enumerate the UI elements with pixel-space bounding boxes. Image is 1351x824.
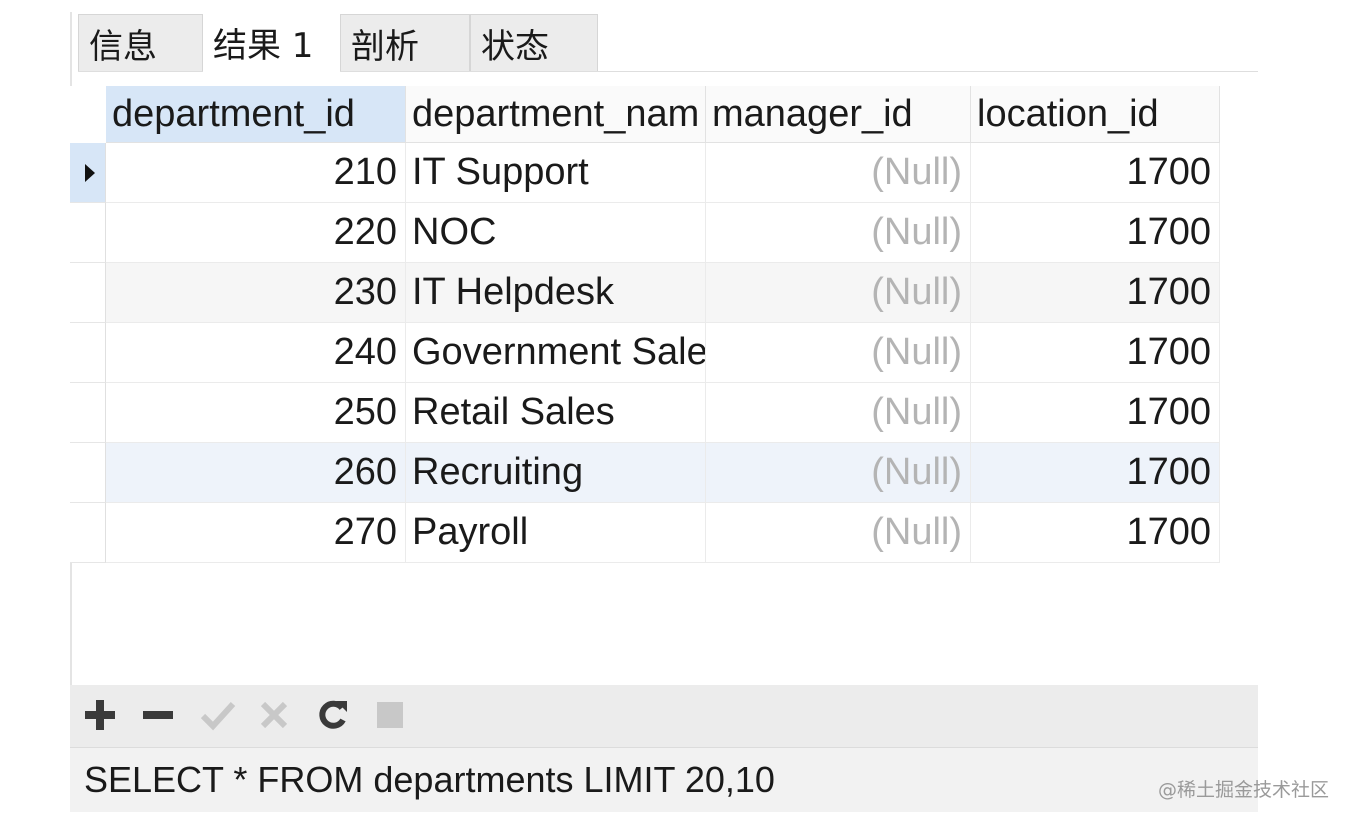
row-selector[interactable] [70,443,106,503]
cell-manager-id[interactable]: (Null) [706,503,971,563]
cell-location-id[interactable]: 1700 [971,443,1220,503]
table-row[interactable]: 240 Government Sales (Null) 1700 [70,323,1220,383]
column-header-location-id[interactable]: location_id [971,86,1220,143]
cell-manager-id[interactable]: (Null) [706,383,971,443]
cell-department-id[interactable]: 260 [106,443,406,503]
cell-department-id[interactable]: 270 [106,503,406,563]
table-row[interactable]: 210 IT Support (Null) 1700 [70,143,1220,203]
column-header-manager-id[interactable]: manager_id [706,86,971,143]
table-row[interactable]: 220 NOC (Null) 1700 [70,203,1220,263]
sql-status-bar: SELECT * FROM departments LIMIT 20,10 [70,748,1258,812]
cell-department-name[interactable]: Retail Sales [406,383,706,443]
grid-corner [70,86,106,143]
refresh-button[interactable] [313,695,353,735]
cell-department-name[interactable]: Payroll [406,503,706,563]
cell-manager-id[interactable]: (Null) [706,443,971,503]
cell-location-id[interactable]: 1700 [971,383,1220,443]
cell-department-name[interactable]: IT Support [406,143,706,203]
apply-changes-button[interactable] [198,695,238,735]
cell-location-id[interactable]: 1700 [971,143,1220,203]
table-row[interactable]: 230 IT Helpdesk (Null) 1700 [70,263,1220,323]
row-selector[interactable] [70,263,106,323]
tab-status[interactable]: 状态 [470,14,598,72]
tab-result-1[interactable]: 结果 1 [203,12,340,73]
grid-toolbar [70,685,1258,748]
executed-query-text: SELECT * FROM departments LIMIT 20,10 [84,759,775,800]
table-row[interactable]: 260 Recruiting (Null) 1700 [70,443,1220,503]
tab-info[interactable]: 信息 [78,14,203,72]
cell-location-id[interactable]: 1700 [971,203,1220,263]
column-header-department-name[interactable]: department_nam [406,86,706,143]
refresh-icon [319,700,347,729]
cell-department-id[interactable]: 220 [106,203,406,263]
cell-department-id[interactable]: 230 [106,263,406,323]
check-icon [200,701,236,731]
row-selector[interactable] [70,323,106,383]
stop-button[interactable] [370,695,410,735]
cell-manager-id[interactable]: (Null) [706,203,971,263]
query-result-panel: 信息 结果 1 剖析 状态 department_id department_n… [70,12,1258,812]
cell-manager-id[interactable]: (Null) [706,323,971,383]
cell-department-name[interactable]: Government Sales [406,323,706,383]
cell-location-id[interactable]: 1700 [971,503,1220,563]
table-row[interactable]: 270 Payroll (Null) 1700 [70,503,1220,563]
cell-department-name[interactable]: NOC [406,203,706,263]
watermark-text: @稀土掘金技术社区 [1157,779,1329,801]
cross-icon [260,701,288,729]
tab-profile[interactable]: 剖析 [340,14,470,72]
delete-record-button[interactable] [138,695,178,735]
cell-department-id[interactable]: 210 [106,143,406,203]
cell-location-id[interactable]: 1700 [971,263,1220,323]
cell-department-name[interactable]: IT Helpdesk [406,263,706,323]
row-selector[interactable] [70,143,106,203]
cell-location-id[interactable]: 1700 [971,323,1220,383]
row-selector[interactable] [70,383,106,443]
add-record-button[interactable] [80,695,120,735]
column-header-department-id[interactable]: department_id [106,86,406,143]
current-row-arrow-icon [84,163,95,182]
discard-changes-button[interactable] [254,695,294,735]
cell-manager-id[interactable]: (Null) [706,263,971,323]
minus-icon [143,711,173,719]
cell-department-id[interactable]: 250 [106,383,406,443]
row-selector[interactable] [70,503,106,563]
plus-icon [85,700,115,730]
table-row[interactable]: 250 Retail Sales (Null) 1700 [70,383,1220,443]
cell-department-id[interactable]: 240 [106,323,406,383]
stop-icon [377,702,403,728]
row-selector[interactable] [70,203,106,263]
result-tabs: 信息 结果 1 剖析 状态 [78,12,1258,73]
cell-manager-id[interactable]: (Null) [706,143,971,203]
cell-department-name[interactable]: Recruiting [406,443,706,503]
